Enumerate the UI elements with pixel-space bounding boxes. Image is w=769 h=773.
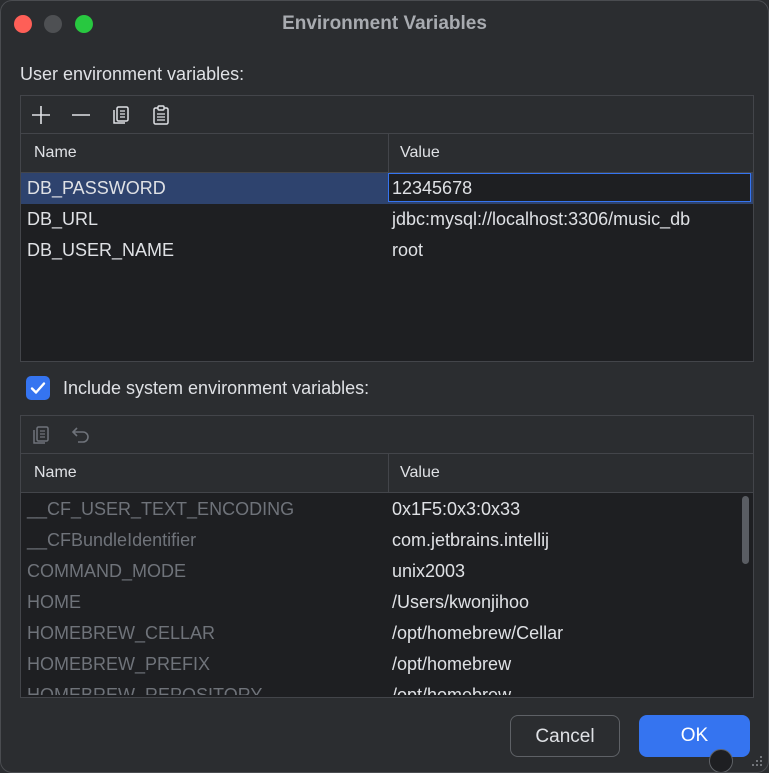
system-table-scrollbar[interactable]: [742, 496, 749, 564]
user-variables-panel: Name Value DB_PASSWORD 12345678 DB_URL j…: [20, 95, 754, 362]
environment-variables-dialog: Environment Variables User environment v…: [0, 0, 769, 773]
resize-grip-icon[interactable]: [748, 752, 764, 768]
system-variables-panel: Name Value __CF_USER_TEXT_ENCODING 0x1F5…: [20, 415, 754, 698]
system-variables-table: __CF_USER_TEXT_ENCODING 0x1F5:0x3:0x33 _…: [21, 494, 753, 695]
paste-icon[interactable]: [149, 103, 173, 127]
cancel-button[interactable]: Cancel: [510, 715, 620, 757]
table-row[interactable]: __CFBundleIdentifier com.jetbrains.intel…: [21, 525, 753, 556]
dialog-title: Environment Variables: [282, 13, 487, 34]
table-row[interactable]: DB_USER_NAME root: [21, 235, 753, 266]
accessibility-icon[interactable]: [709, 749, 733, 772]
value-column-header[interactable]: Value: [400, 464, 440, 482]
variable-value: /opt/homebrew/Cellar: [392, 623, 564, 643]
system-table-header: Name Value: [21, 454, 753, 493]
variable-name: DB_URL: [27, 209, 99, 229]
variable-name: COMMAND_MODE: [27, 561, 187, 581]
table-row[interactable]: DB_PASSWORD 12345678: [21, 173, 753, 204]
ok-button[interactable]: OK: [639, 715, 750, 757]
table-row[interactable]: DB_URL jdbc:mysql://localhost:3306/music…: [21, 204, 753, 235]
variable-value: /Users/kwonjihoo: [392, 592, 530, 612]
table-row[interactable]: HOMEBREW_CELLAR /opt/homebrew/Cellar: [21, 618, 753, 649]
variable-name: HOMEBREW_CELLAR: [27, 623, 216, 643]
variable-value: unix2003: [392, 561, 466, 581]
table-row[interactable]: COMMAND_MODE unix2003: [21, 556, 753, 587]
system-variables-toolbar: [21, 416, 753, 454]
variable-value: com.jetbrains.intellij: [392, 530, 550, 550]
name-column-header[interactable]: Name: [34, 464, 77, 482]
variable-value: 12345678: [392, 178, 473, 198]
column-divider: [388, 134, 389, 172]
variable-name: __CFBundleIdentifier: [27, 530, 197, 550]
value-column-header[interactable]: Value: [400, 144, 440, 162]
table-row[interactable]: HOMEBREW_PREFIX /opt/homebrew: [21, 649, 753, 680]
name-column-header[interactable]: Name: [34, 144, 77, 162]
variable-name: HOME: [27, 592, 81, 612]
copy-icon[interactable]: [29, 423, 53, 447]
variable-value: 0x1F5:0x3:0x33: [392, 499, 521, 519]
variable-value: jdbc:mysql://localhost:3306/music_db: [392, 209, 691, 229]
variable-value: /opt/homebrew: [392, 654, 512, 674]
value-edit-field[interactable]: 12345678: [388, 173, 751, 202]
user-variables-table: DB_PASSWORD 12345678 DB_URL jdbc:mysql:/…: [21, 173, 753, 266]
variable-value: /opt/homebrew: [392, 685, 512, 695]
undo-icon[interactable]: [69, 423, 93, 447]
table-row[interactable]: __CF_USER_TEXT_ENCODING 0x1F5:0x3:0x33: [21, 494, 753, 525]
remove-icon[interactable]: [69, 103, 93, 127]
user-variables-label: User environment variables:: [20, 64, 245, 84]
table-row[interactable]: HOMEBREW_REPOSITORY /opt/homebrew: [21, 680, 753, 695]
variable-value: root: [392, 240, 424, 260]
user-variables-toolbar: [21, 96, 753, 134]
title-bar: Environment Variables: [1, 1, 768, 49]
variable-name: DB_USER_NAME: [27, 240, 175, 260]
variable-name: HOMEBREW_REPOSITORY: [27, 685, 263, 695]
variable-name: DB_PASSWORD: [27, 178, 166, 198]
include-system-label[interactable]: Include system environment variables:: [63, 378, 369, 399]
include-system-checkbox[interactable]: [26, 376, 50, 400]
add-icon[interactable]: [29, 103, 53, 127]
user-table-header: Name Value: [21, 134, 753, 173]
column-divider: [388, 454, 389, 492]
table-row[interactable]: HOME /Users/kwonjihoo: [21, 587, 753, 618]
variable-name: HOMEBREW_PREFIX: [27, 654, 211, 674]
variable-name: __CF_USER_TEXT_ENCODING: [27, 499, 295, 519]
copy-icon[interactable]: [109, 103, 133, 127]
